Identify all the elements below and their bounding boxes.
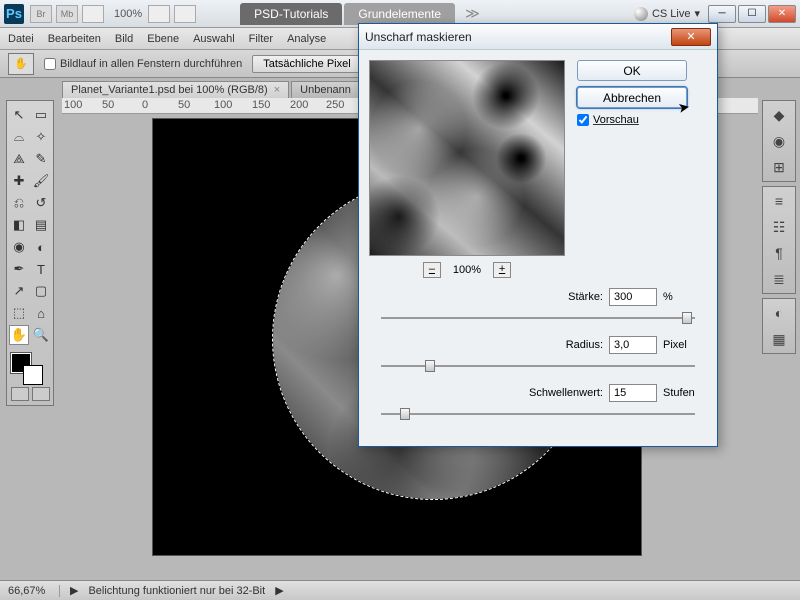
gradient-tool-icon[interactable]: ▤ — [31, 215, 51, 235]
window-close-button[interactable]: ✕ — [768, 5, 796, 23]
screenmode-dropdown[interactable] — [174, 5, 196, 23]
menu-filter[interactable]: Filter — [249, 33, 273, 45]
quickmask-toggle[interactable] — [9, 387, 51, 401]
amount-unit: % — [663, 291, 703, 303]
blur-tool-icon[interactable]: ◉ — [9, 237, 29, 257]
type-tool-icon[interactable]: T — [31, 259, 51, 279]
status-message: Belichtung funktioniert nur bei 32-Bit — [88, 585, 265, 597]
pen-tool-icon[interactable]: ✒ — [9, 259, 29, 279]
status-zoom[interactable]: 66,67% — [8, 585, 60, 597]
zoom-out-button[interactable]: – — [423, 262, 441, 278]
workspace-more-icon[interactable]: ≫ — [465, 5, 480, 22]
arrow-right-icon[interactable]: ▶ — [275, 584, 283, 597]
amount-input[interactable] — [609, 288, 657, 306]
scroll-all-checkbox[interactable]: Bildlauf in allen Fenstern durchführen — [44, 58, 242, 70]
wand-tool-icon[interactable]: ✧ — [31, 127, 51, 147]
color-swatches[interactable] — [9, 351, 51, 385]
cancel-button[interactable]: Abbrechen — [577, 87, 687, 108]
zoom-tool-icon[interactable]: 🔍 — [31, 325, 51, 345]
workspace-tab-psd-tutorials[interactable]: PSD-Tutorials — [240, 3, 342, 25]
app-logo: Ps — [4, 4, 24, 24]
hand-tool-icon[interactable]: ✋ — [8, 53, 34, 75]
channels-panel-icon[interactable]: ▦ — [768, 329, 790, 349]
ok-button[interactable]: OK — [577, 60, 687, 81]
dodge-tool-icon[interactable]: ◐ — [31, 237, 51, 257]
cs-live-label: CS Live — [652, 8, 691, 20]
background-swatch[interactable] — [23, 365, 43, 385]
history-brush-icon[interactable]: ↺ — [31, 193, 51, 213]
radius-slider[interactable] — [381, 358, 695, 374]
3d-camera-icon[interactable]: ⌂ — [31, 303, 51, 323]
unsharp-mask-dialog: Unscharf maskieren ✕ – 100% + OK Abbrech… — [358, 23, 718, 447]
minibridge-button[interactable]: Mb — [56, 5, 78, 23]
workspace-tab-grundelemente[interactable]: Grundelemente — [344, 3, 455, 25]
masks-panel-icon[interactable]: ☷ — [768, 217, 790, 237]
eraser-tool-icon[interactable]: ◧ — [9, 215, 29, 235]
eyedropper-tool-icon[interactable]: ✎ — [31, 149, 51, 169]
window-maximize-button[interactable]: ☐ — [738, 5, 766, 23]
hand-tool-icon[interactable]: ✋ — [9, 325, 29, 345]
close-icon[interactable]: × — [274, 84, 280, 96]
brush-tool-icon[interactable]: 🖌 — [31, 171, 51, 191]
dialog-titlebar[interactable]: Unscharf maskieren ✕ — [359, 24, 717, 50]
move-tool-icon[interactable]: ↖ — [9, 105, 29, 125]
styles-panel-icon[interactable]: ⊞ — [768, 157, 790, 177]
healing-tool-icon[interactable]: ✚ — [9, 171, 29, 191]
actual-pixels-button[interactable]: Tatsächliche Pixel — [252, 55, 361, 73]
threshold-unit: Stufen — [663, 387, 703, 399]
shape-tool-icon[interactable]: ▢ — [31, 281, 51, 301]
menu-datei[interactable]: Datei — [8, 33, 34, 45]
bridge-button[interactable]: Br — [30, 5, 52, 23]
amount-label: Stärke: — [513, 291, 603, 303]
adjustments-panel-icon[interactable]: ≡ — [768, 191, 790, 211]
lasso-tool-icon[interactable]: ⌓ — [9, 127, 29, 147]
right-panel-dock: ◆ ◉ ⊞ ≡ ☷ ¶ ≣ ◐ ▦ — [762, 100, 796, 354]
arrow-right-icon[interactable]: ▶ — [70, 584, 78, 597]
arrange-dropdown[interactable] — [148, 5, 170, 23]
document-tab-2[interactable]: Unbenann — [291, 81, 360, 98]
radius-label: Radius: — [513, 339, 603, 351]
dialog-title: Unscharf maskieren — [365, 30, 472, 44]
amount-slider[interactable] — [381, 310, 695, 326]
toolbox: ↖ ▭ ⌓ ✧ ⟁ ✎ ✚ 🖌 ⎌ ↺ ◧ ▤ ◉ ◐ ✒ T ↗ ▢ ⬚ ⌂ … — [6, 100, 54, 406]
crop-tool-icon[interactable]: ⟁ — [9, 149, 29, 169]
menu-analyse[interactable]: Analyse — [287, 33, 326, 45]
threshold-input[interactable] — [609, 384, 657, 402]
window-minimize-button[interactable]: ─ — [708, 5, 736, 23]
menu-ebene[interactable]: Ebene — [147, 33, 179, 45]
view-extras-dropdown[interactable] — [82, 5, 104, 23]
stamp-tool-icon[interactable]: ⎌ — [9, 193, 29, 213]
paragraph-panel-icon[interactable]: ≣ — [768, 269, 790, 289]
3d-tool-icon[interactable]: ⬚ — [9, 303, 29, 323]
threshold-label: Schwellenwert: — [513, 387, 603, 399]
radius-unit: Pixel — [663, 339, 703, 351]
chevron-down-icon: ▾ — [694, 7, 700, 20]
menu-bearbeiten[interactable]: Bearbeiten — [48, 33, 101, 45]
zoom-in-button[interactable]: + — [493, 262, 511, 278]
radius-input[interactable] — [609, 336, 657, 354]
threshold-slider[interactable] — [381, 406, 695, 422]
cs-live-icon — [634, 7, 648, 21]
dialog-close-button[interactable]: ✕ — [671, 28, 711, 46]
preview-zoom-level: 100% — [453, 264, 481, 276]
menu-auswahl[interactable]: Auswahl — [193, 33, 235, 45]
character-panel-icon[interactable]: ¶ — [768, 243, 790, 263]
zoom-level[interactable]: 100% — [114, 8, 142, 20]
swatches-panel-icon[interactable]: ◉ — [768, 131, 790, 151]
menu-bild[interactable]: Bild — [115, 33, 133, 45]
color-panel-icon[interactable]: ◆ — [768, 105, 790, 125]
path-tool-icon[interactable]: ↗ — [9, 281, 29, 301]
document-tab-1[interactable]: Planet_Variante1.psd bei 100% (RGB/8)× — [62, 81, 289, 98]
marquee-tool-icon[interactable]: ▭ — [31, 105, 51, 125]
filter-preview[interactable] — [369, 60, 565, 256]
preview-checkbox[interactable]: Vorschau — [577, 114, 697, 126]
layers-panel-icon[interactable]: ◐ — [768, 303, 790, 323]
status-bar: 66,67% ▶ Belichtung funktioniert nur bei… — [0, 580, 800, 600]
cs-live-button[interactable]: CS Live ▾ — [634, 7, 700, 21]
